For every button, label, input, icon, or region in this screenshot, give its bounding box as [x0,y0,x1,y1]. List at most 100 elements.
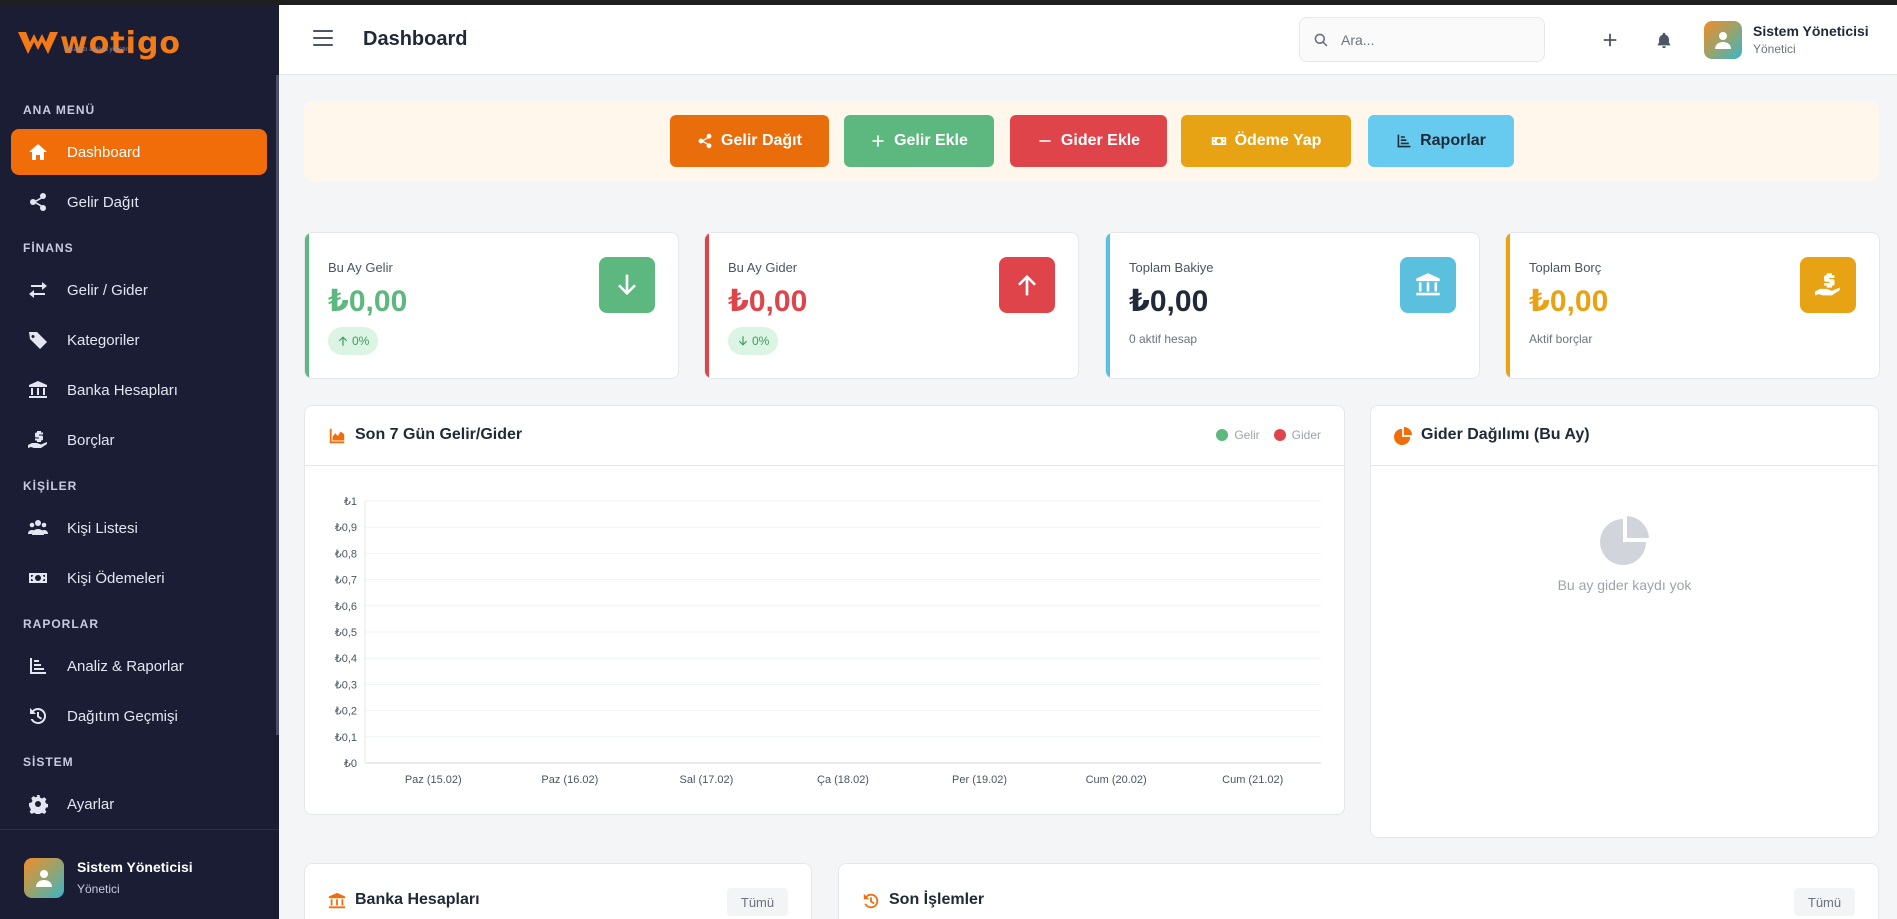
sidebar-item-kategoriler[interactable]: Kategoriler [11,317,267,363]
x-tick-label: Sal (17.02) [680,774,734,786]
expense-panel-title: Gider Dağılımı (Bu Ay) [1421,426,1590,443]
header-user-name: Sistem Yöneticisi [1753,23,1869,39]
sidebar-item-gelir-dağıt[interactable]: Gelir Dağıt [11,179,267,225]
stat-change-value: 0% [352,334,370,348]
chart-bars-icon [27,655,49,677]
x-tick-label: Paz (16.02) [541,774,598,786]
sidebar-item-ayarlar[interactable]: Ayarlar [11,781,267,827]
tx-view-all-button[interactable]: Tümü [1794,888,1855,916]
share-icon [27,191,49,213]
stat-value: ₺0,00 [328,285,408,318]
y-tick-label: ₺1 [344,496,357,508]
legend-item[interactable]: Gider [1273,428,1321,442]
header-user-role: Yönetici [1753,42,1796,56]
sidebar: wotigo Para'nızı akıllıca yönetin ANA ME… [0,5,279,919]
legend-item[interactable]: Gelir [1216,428,1260,442]
sidebar-item-kişi-ödemeleri[interactable]: Kişi Ödemeleri [11,555,267,601]
search-icon [1314,33,1328,47]
notifications-button[interactable] [1647,23,1681,57]
home-icon [27,141,49,163]
stat-card: Toplam Bakiye ₺0,00 0 aktif hesap [1105,232,1480,379]
sidebar-user-role: Yönetici [77,882,120,896]
sidebar-item-borçlar[interactable]: Borçlar [11,417,267,463]
bank-view-all-button[interactable]: Tümü [727,888,788,916]
money-bill-icon [27,567,49,589]
sidebar-scrollbar[interactable] [276,75,279,735]
hand-money-icon [1815,273,1840,296]
exchange-icon [29,282,47,298]
share-icon [30,193,46,211]
quick-add-button[interactable] [1593,23,1627,57]
sidebar-nav: ANA MENÜ Dashboard Gelir Dağıt FİNANS Gelir … [0,87,279,834]
panel-header: Son İşlemler Tümü [839,864,1878,919]
quick-action-1-button[interactable]: Gelir Dağıt [670,115,829,167]
sidebar-user-card[interactable]: Sistem Yöneticisi Yönetici [0,829,279,919]
brand-name: wotigo [60,25,182,61]
page-title: Dashboard [363,28,468,50]
sidebar-item-label: Dashboard [67,143,141,161]
stat-card: Bu Ay Gelir ₺0,00 0% [304,232,679,379]
bank-icon [1416,273,1440,296]
home-icon [29,144,47,160]
pie-chart-icon [1394,427,1412,445]
search-input[interactable] [1341,31,1531,48]
stat-icon-box [1800,257,1856,313]
search-box[interactable] [1299,17,1545,62]
arrow-up-icon [1018,274,1036,296]
sidebar-item-label: Gelir / Gider [67,281,148,299]
money-bill-icon [1211,137,1226,145]
expense-empty-text: Bu ay gider kaydı yok [1557,577,1692,593]
plus-icon [872,135,884,147]
stat-value: ₺0,00 [728,285,808,318]
sidebar-item-analiz-raporlar[interactable]: Analiz & Raporlar [11,643,267,689]
y-tick-label: ₺0,4 [335,653,357,665]
trend-chart-panel: Son 7 Gün Gelir/Gider Gelir Gider ₺0 ₺0,1 ₺… [304,405,1345,815]
panel-header: Son 7 Gün Gelir/Gider Gelir Gider [305,406,1344,466]
brand-logo[interactable]: wotigo [18,25,181,61]
sidebar-item-label: Banka Hesapları [67,381,178,399]
nav-section-title: RAPORLAR [23,617,99,631]
bank-panel-title: Banka Hesapları [355,891,480,908]
bell-icon [1657,32,1671,49]
sidebar-item-kişi-listesi[interactable]: Kişi Listesi [11,505,267,551]
sidebar-item-label: Kişi Listesi [67,519,138,537]
bank-icon [328,892,346,910]
brand-logo-mark-icon [18,32,58,54]
expense-distribution-panel: Gider Dağılımı (Bu Ay) Bu ay gider kaydı… [1370,405,1879,838]
quick-action-label: Gelir Dağıt [721,132,802,149]
header-user-menu[interactable]: Sistem Yöneticisi Yönetici [1704,17,1884,63]
stat-label: Toplam Bakiye [1129,260,1214,275]
avatar [1704,21,1742,59]
legend-swatch [1273,429,1286,441]
sidebar-item-label: Dağıtım Geçmişi [67,707,178,725]
y-tick-label: ₺0,9 [335,522,357,534]
history-icon [27,705,49,727]
stat-icon-box [1400,257,1456,313]
legend-label: Gider [1291,428,1321,442]
x-tick-label: Cum (21.02) [1222,774,1283,786]
chart-legend: Gelir Gider [1202,428,1321,442]
quick-action-4-button[interactable]: Ödeme Yap [1181,115,1351,167]
sidebar-item-gelir-gider[interactable]: Gelir / Gider [11,267,267,313]
stat-change-badge: 0% [328,327,379,355]
tags-icon [27,329,49,351]
sidebar-item-banka-hesapları[interactable]: Banka Hesapları [11,367,267,413]
nav-section-title: FİNANS [23,241,74,255]
avatar [24,858,64,898]
quick-action-5-button[interactable]: Raporlar [1368,115,1514,167]
expense-empty-state: Bu ay gider kaydı yok [1371,514,1878,593]
sidebar-item-dağıtım-geçmişi[interactable]: Dağıtım Geçmişi [11,693,267,739]
history-icon [862,892,880,910]
users-icon [27,517,49,539]
sidebar-item-label: Ayarlar [67,795,115,813]
arrow-up-icon [338,336,348,346]
x-tick-label: Ça (18.02) [817,774,869,786]
quick-action-2-button[interactable]: Gelir Ekle [844,115,994,167]
x-tick-label: Cum (20.02) [1086,774,1147,786]
hand-money-icon [28,431,47,448]
history-icon [30,708,47,724]
quick-action-3-button[interactable]: Gider Ekle [1010,115,1167,167]
menu-toggle-icon[interactable] [313,30,333,48]
hand-money-icon [27,429,49,451]
sidebar-item-dashboard[interactable]: Dashboard [11,129,267,175]
